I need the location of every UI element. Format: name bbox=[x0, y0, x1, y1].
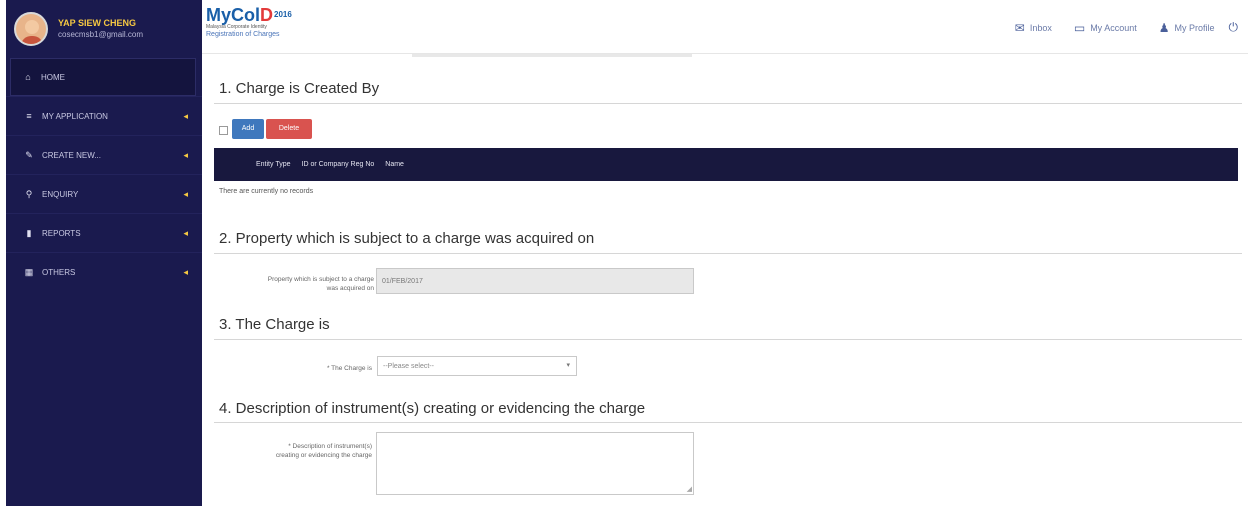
chevron-left-icon: ◂ bbox=[183, 110, 188, 121]
sidebar-item-home[interactable]: ⌂ HOME bbox=[10, 58, 196, 96]
page-name: Registration of Charges bbox=[206, 31, 280, 38]
sidebar-item-others[interactable]: ▦ OTHERS ◂ bbox=[6, 252, 202, 291]
column-header[interactable]: ID or Company Reg No bbox=[302, 161, 375, 168]
sidebar-item-label: ENQUIRY bbox=[42, 189, 79, 199]
chevron-left-icon: ◂ bbox=[183, 149, 188, 160]
chevron-down-icon: ▾ bbox=[566, 362, 570, 369]
file-icon: ▮ bbox=[26, 227, 32, 238]
empty-table-message: There are currently no records bbox=[219, 188, 314, 195]
description-textarea[interactable]: ◢ bbox=[376, 432, 694, 495]
section-divider bbox=[214, 253, 1242, 254]
logo-year: 2016 bbox=[274, 10, 292, 19]
edit-icon: ✎ bbox=[25, 149, 33, 160]
logo-text-accent: D bbox=[260, 5, 273, 25]
field-label: Property which is subject to a charge wa… bbox=[267, 276, 374, 292]
user-name: YAP SIEW CHENG bbox=[58, 18, 137, 28]
top-header: MyColD2016 Malaysia Corporate Identity R… bbox=[202, 0, 1248, 54]
section-title: 1. Charge is Created By bbox=[219, 80, 380, 97]
column-header[interactable]: Entity Type bbox=[256, 161, 291, 168]
acquired-date-value: 01/FEB/2017 bbox=[382, 277, 423, 285]
credit-card-icon: ▭ bbox=[1073, 20, 1086, 35]
chevron-left-icon: ◂ bbox=[183, 188, 188, 199]
my-profile-link[interactable]: ♟ My Profile bbox=[1159, 21, 1215, 35]
user-profile: YAP SIEW CHENG cosecmsb1@gmail.com bbox=[6, 0, 202, 58]
field-label: * Description of instrument(s) creating … bbox=[275, 443, 372, 459]
user-icon: ♟ bbox=[1158, 20, 1170, 35]
grid-icon: ▦ bbox=[24, 266, 34, 277]
sidebar-item-label: MY APPLICATION bbox=[42, 111, 108, 121]
field-label: * The Charge is bbox=[326, 365, 372, 372]
my-account-link[interactable]: ▭ My Account bbox=[1074, 21, 1137, 35]
app-root: YAP SIEW CHENG cosecmsb1@gmail.com ⌂ HOM… bbox=[0, 0, 1248, 506]
section-title: 2. Property which is subject to a charge… bbox=[219, 230, 595, 247]
power-icon[interactable]: ⏻ bbox=[1229, 20, 1239, 35]
list-icon: ≡ bbox=[26, 111, 32, 121]
main-content: 1. Charge is Created By Add Delete Entit… bbox=[202, 54, 1248, 506]
table-header: Entity Type ID or Company Reg No Name bbox=[214, 148, 1238, 181]
section-title: 3. The Charge is bbox=[219, 316, 330, 333]
search-icon: ⚲ bbox=[25, 188, 33, 199]
scroll-indicator bbox=[412, 54, 692, 57]
user-email: cosecmsb1@gmail.com bbox=[58, 30, 144, 39]
charge-type-selected: --Please select-- bbox=[383, 362, 434, 370]
column-header[interactable]: Name bbox=[385, 161, 404, 168]
my-account-label: My Account bbox=[1090, 22, 1137, 33]
inbox-link[interactable]: ✉ Inbox bbox=[1015, 21, 1052, 35]
section-divider bbox=[214, 103, 1242, 104]
delete-button[interactable]: Delete bbox=[266, 119, 312, 139]
section-divider bbox=[214, 422, 1242, 423]
resize-handle-icon[interactable]: ◢ bbox=[687, 486, 692, 493]
sidebar-item-label: OTHERS bbox=[42, 267, 76, 277]
app-logo[interactable]: MyColD2016 Malaysia Corporate Identity R… bbox=[206, 6, 292, 39]
sidebar-item-label: HOME bbox=[41, 72, 65, 82]
select-all-checkbox[interactable] bbox=[219, 126, 228, 135]
sidebar-item-label: CREATE NEW... bbox=[42, 150, 101, 160]
sidebar-item-enquiry[interactable]: ⚲ ENQUIRY ◂ bbox=[6, 174, 202, 213]
logo-text: MyCol bbox=[206, 5, 260, 25]
chevron-left-icon: ◂ bbox=[183, 266, 188, 277]
sidebar-item-create-new[interactable]: ✎ CREATE NEW... ◂ bbox=[6, 135, 202, 174]
my-profile-label: My Profile bbox=[1174, 22, 1215, 33]
charge-type-select[interactable]: --Please select-- ▾ bbox=[377, 356, 577, 376]
add-button[interactable]: Add bbox=[232, 119, 264, 139]
sidebar-item-label: REPORTS bbox=[42, 228, 81, 238]
section-divider bbox=[214, 339, 1242, 340]
chevron-left-icon: ◂ bbox=[183, 227, 188, 238]
inbox-label: Inbox bbox=[1029, 22, 1052, 33]
acquired-date-field[interactable]: 01/FEB/2017 bbox=[376, 268, 694, 294]
home-icon: ⌂ bbox=[25, 72, 31, 82]
envelope-icon: ✉ bbox=[1014, 20, 1025, 35]
avatar bbox=[14, 12, 48, 46]
section-title: 4. Description of instrument(s) creating… bbox=[219, 400, 646, 417]
sidebar-item-reports[interactable]: ▮ REPORTS ◂ bbox=[6, 213, 202, 252]
sidebar-item-my-application[interactable]: ≡ MY APPLICATION ◂ bbox=[6, 96, 202, 135]
sidebar: YAP SIEW CHENG cosecmsb1@gmail.com ⌂ HOM… bbox=[6, 0, 202, 506]
